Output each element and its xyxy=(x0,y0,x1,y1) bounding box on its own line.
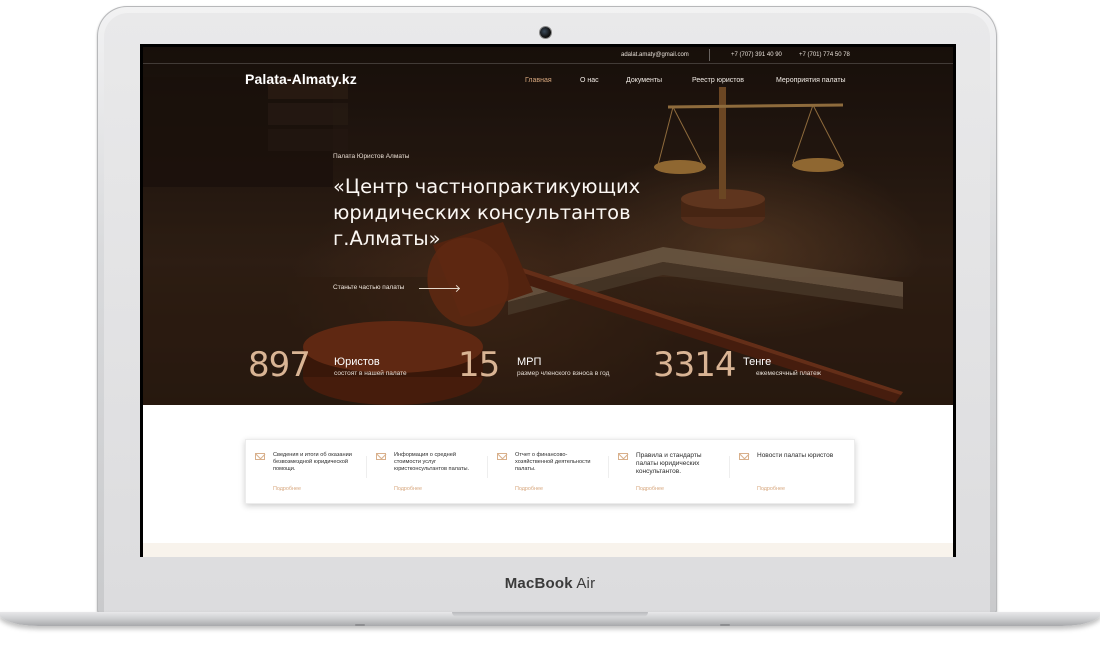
info-cards: Сведения и итоги об оказании безвозмездн… xyxy=(245,439,855,504)
hero-headline-line-3: г.Алматы» xyxy=(333,227,441,250)
hero-section: adalat.amaty@gmail.com +7 (707) 391 40 9… xyxy=(143,47,953,405)
info-card[interactable]: Сведения и итоги об оказании безвозмездн… xyxy=(246,440,367,503)
contact-phone-2[interactable]: +7 (701) 774 50 78 xyxy=(799,52,850,58)
contact-phone-1[interactable]: +7 (707) 391 40 90 xyxy=(731,52,782,58)
nav-item-about[interactable]: О нас xyxy=(580,77,599,84)
nav-item-events[interactable]: Мероприятия палаты xyxy=(776,77,846,84)
camera-icon xyxy=(540,27,551,38)
site-logo[interactable]: Palata-Almaty.kz xyxy=(245,71,357,87)
more-link[interactable]: Подробнее xyxy=(273,486,301,492)
hero-headline-line-1: «Центр частнопрактикующих xyxy=(333,175,641,198)
device-brand-label: MacBook Air xyxy=(0,575,1100,592)
nav-item-registry[interactable]: Реестр юристов xyxy=(692,77,744,84)
more-link[interactable]: Подробнее xyxy=(636,486,664,492)
envelope-icon xyxy=(618,453,628,460)
stat-subtitle-mrp: размер членского взноса в год xyxy=(517,370,610,377)
contact-email[interactable]: adalat.amaty@gmail.com xyxy=(621,52,689,58)
info-card-text: Новости палаты юристов xyxy=(757,452,834,459)
device-brand-light: Air xyxy=(576,575,596,592)
hero-headline: «Центр частнопрактикующих юридических ко… xyxy=(333,174,673,252)
envelope-icon xyxy=(739,453,749,460)
laptop-screen: adalat.amaty@gmail.com +7 (707) 391 40 9… xyxy=(140,44,956,557)
stat-subtitle-lawyers: состоят в нашей палате xyxy=(334,370,407,377)
info-card-text: Отчет о финансово-хозяйственной деятельн… xyxy=(515,452,591,472)
hero-headline-line-2: юридических консультантов xyxy=(333,201,631,224)
divider xyxy=(709,49,710,61)
device-brand-bold: MacBook xyxy=(504,575,573,592)
envelope-icon xyxy=(497,453,507,460)
info-card-text: Информация о средней стоимости услуг юри… xyxy=(394,452,470,472)
laptop-foot xyxy=(720,624,730,626)
arrow-right-icon[interactable] xyxy=(419,288,459,289)
hero-kicker: Палата Юристов Алматы xyxy=(333,153,410,160)
more-link[interactable]: Подробнее xyxy=(515,486,543,492)
website: adalat.amaty@gmail.com +7 (707) 391 40 9… xyxy=(143,47,953,557)
stat-title-tenge: Тенге xyxy=(743,356,772,368)
stat-title-mrp: МРП xyxy=(517,356,542,368)
laptop-notch xyxy=(452,612,648,617)
more-link[interactable]: Подробнее xyxy=(757,486,785,492)
info-card[interactable]: Отчет о финансово-хозяйственной деятельн… xyxy=(488,440,609,503)
info-card-text: Правила и стандарты палаты юридических к… xyxy=(636,452,702,475)
envelope-icon xyxy=(376,453,386,460)
laptop-foot xyxy=(355,624,365,626)
join-link[interactable]: Станьте частью палаты xyxy=(333,284,404,291)
stat-number-lawyers: 897 xyxy=(248,345,311,385)
more-link[interactable]: Подробнее xyxy=(394,486,422,492)
stat-subtitle-tenge: ежемесячный платеж xyxy=(756,370,822,377)
info-card[interactable]: Информация о средней стоимости услуг юри… xyxy=(367,440,488,503)
stat-number-tenge: 3314 xyxy=(653,345,737,385)
info-card[interactable]: Новости палаты юристов Подробнее xyxy=(730,440,851,503)
info-card-text: Сведения и итоги об оказании безвозмездн… xyxy=(273,452,352,472)
info-card[interactable]: Правила и стандарты палаты юридических к… xyxy=(609,440,730,503)
nav-item-documents[interactable]: Документы xyxy=(626,77,662,84)
footer-strip xyxy=(143,543,953,557)
top-contact-bar: adalat.amaty@gmail.com +7 (707) 391 40 9… xyxy=(143,47,953,64)
stat-number-mrp: 15 xyxy=(458,345,500,385)
envelope-icon xyxy=(255,453,265,460)
nav-item-home[interactable]: Главная xyxy=(525,77,552,84)
stat-title-lawyers: Юристов xyxy=(334,356,380,368)
